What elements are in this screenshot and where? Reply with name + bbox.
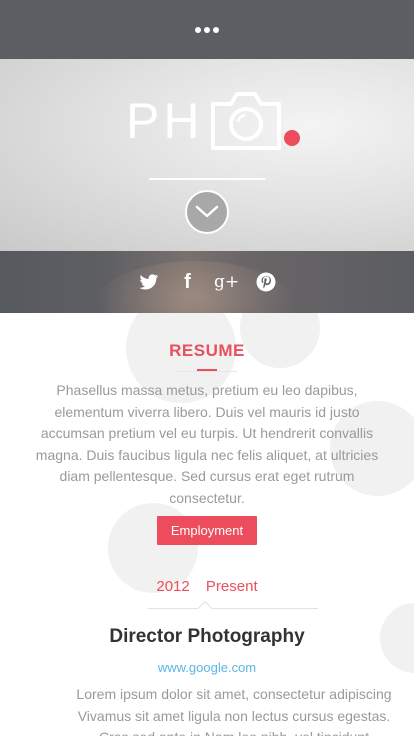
site-logo[interactable]: PH [126, 89, 283, 153]
job-desc-line: Cras sed ante in Nam leo nibh, vel tinci… [48, 727, 414, 736]
google-plus-icon[interactable]: g+ [213, 271, 240, 293]
pinterest-icon[interactable] [255, 271, 277, 293]
hero-divider [149, 178, 265, 180]
entry-divider [148, 608, 318, 609]
intro-paragraph: Phasellus massa metus, pretium eu leo da… [35, 382, 379, 506]
year-range: 2012 Present [0, 578, 414, 595]
logo-dot [284, 130, 300, 146]
facebook-icon[interactable]: f [177, 271, 199, 293]
title-rule [177, 371, 237, 372]
job-link[interactable]: www.google.com [0, 660, 414, 675]
job-desc-line: Lorem ipsum dolor sit amet, consectetur … [76, 686, 392, 702]
section-title: RESUME [169, 341, 245, 360]
google-plus-glyph: g+ [213, 272, 240, 292]
employment-tag[interactable]: Employment [157, 516, 257, 545]
job-description: Lorem ipsum dolor sit amet, consectetur … [48, 684, 414, 736]
social-bar: f g+ [0, 251, 414, 313]
job-title: Director Photography [109, 626, 305, 647]
top-bar [0, 0, 414, 59]
divider-arrow [197, 600, 213, 616]
logo-text: PH [126, 93, 204, 149]
job-desc-line: Vivamus sit amet ligula non lectus cursu… [77, 707, 391, 724]
year-start: 2012 [156, 578, 190, 595]
chevron-down-icon [195, 205, 219, 218]
year-end: Present [205, 578, 258, 595]
camera-icon [211, 92, 282, 150]
title-underline [197, 369, 217, 371]
twitter-icon[interactable] [138, 271, 160, 293]
scroll-down-button[interactable] [185, 190, 229, 234]
resume-section: RESUME Phasellus massa metus, pretium eu… [0, 313, 414, 736]
more-dots-icon[interactable] [195, 26, 219, 33]
hero-banner: PH [0, 59, 414, 251]
facebook-glyph: f [184, 270, 191, 293]
